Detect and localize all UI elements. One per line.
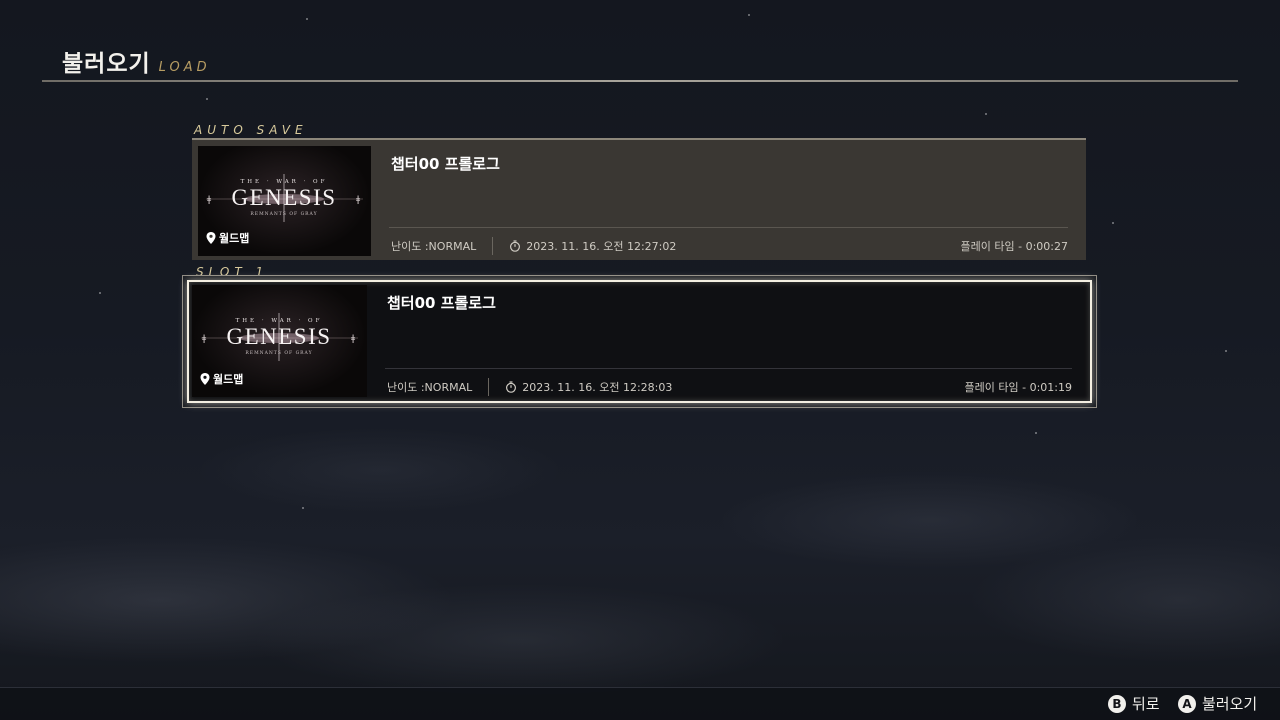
svg-text:ǂ: ǂ: [351, 334, 356, 344]
logo-main-text: GENESIS: [231, 185, 336, 210]
page-title: 불러오기: [62, 51, 151, 77]
slot-datetime: 2023. 11. 16. 오전 12:27:02: [526, 240, 677, 253]
slot-divider: [389, 227, 1068, 228]
slot-meta: 난이도 :NORMAL 2023. 11. 16. 오전 12:28:03 플레…: [387, 378, 1072, 396]
star: [1225, 350, 1227, 352]
star: [985, 113, 987, 115]
slot-chapter-title: 챕터00 프롤로그: [387, 294, 496, 312]
svg-text:ǂ: ǂ: [202, 334, 207, 344]
star: [306, 18, 308, 20]
location-pin-icon: [206, 232, 216, 244]
logo-sub-text: REMNANTS OF GRAY: [250, 211, 317, 217]
back-label: 뒤로: [1132, 695, 1160, 713]
stopwatch-icon: [510, 240, 521, 252]
back-button[interactable]: B 뒤로: [1108, 693, 1160, 714]
game-logo: THE · WAR · OF GENESIS REMNANTS OF GRAY …: [206, 174, 363, 222]
slot-location: 월드맵: [200, 371, 243, 387]
page-header: 불러오기 LOAD: [62, 44, 211, 78]
stopwatch-icon: [506, 381, 517, 393]
star: [1112, 222, 1114, 224]
location-pin-icon: [200, 373, 210, 385]
logo-sub-text: REMNANTS OF GRAY: [245, 350, 312, 356]
slot-difficulty: 난이도 :NORMAL: [387, 381, 473, 394]
slot-location: 월드맵: [206, 230, 249, 246]
save-slot-1[interactable]: THE · WAR · OF GENESIS REMNANTS OF GRAY …: [187, 280, 1092, 403]
save-slot-1-frame: THE · WAR · OF GENESIS REMNANTS OF GRAY …: [182, 275, 1097, 408]
slot-thumbnail: THE · WAR · OF GENESIS REMNANTS OF GRAY …: [198, 146, 371, 256]
slot-divider: [385, 368, 1072, 369]
star: [748, 14, 750, 16]
load-label: 불러오기: [1202, 695, 1258, 713]
slot-playtime: 플레이 타임 - 0:01:19: [964, 381, 1072, 394]
slot-playtime: 플레이 타임 - 0:00:27: [960, 240, 1068, 253]
logo-main-text: GENESIS: [226, 324, 331, 349]
slot-info: 챕터00 프롤로그 난이도 :NORMAL 2023. 11. 16. 오전 1…: [371, 140, 1086, 260]
b-button-icon: B: [1108, 694, 1126, 713]
star: [99, 292, 101, 294]
slot-meta: 난이도 :NORMAL 2023. 11. 16. 오전 12:27:02 플레…: [391, 237, 1068, 255]
save-slot-auto[interactable]: THE · WAR · OF GENESIS REMNANTS OF GRAY …: [192, 138, 1086, 260]
page-subtitle: LOAD: [158, 60, 211, 75]
star: [302, 507, 304, 509]
load-button[interactable]: A 불러오기: [1178, 693, 1257, 714]
section-label-auto-save: AUTO SAVE: [194, 123, 308, 137]
a-button-icon: A: [1178, 694, 1196, 713]
svg-text:ǂ: ǂ: [356, 195, 361, 205]
slot-location-label: 월드맵: [219, 232, 250, 245]
footer-bar: [0, 687, 1280, 720]
slot-chapter-title: 챕터00 프롤로그: [391, 155, 500, 173]
slot-thumbnail: THE · WAR · OF GENESIS REMNANTS OF GRAY …: [192, 285, 367, 397]
slot-info: 챕터00 프롤로그 난이도 :NORMAL 2023. 11. 16. 오전 1…: [367, 282, 1090, 401]
star: [1035, 432, 1037, 434]
header-divider: [42, 80, 1238, 82]
meta-divider: [492, 237, 494, 255]
star: [206, 98, 208, 100]
svg-text:ǂ: ǂ: [207, 195, 212, 205]
game-logo: THE · WAR · OF GENESIS REMNANTS OF GRAY …: [201, 313, 358, 361]
slot-datetime: 2023. 11. 16. 오전 12:28:03: [522, 381, 673, 394]
slot-location-label: 월드맵: [213, 373, 244, 386]
slot-difficulty: 난이도 :NORMAL: [391, 240, 477, 253]
meta-divider: [488, 378, 490, 396]
